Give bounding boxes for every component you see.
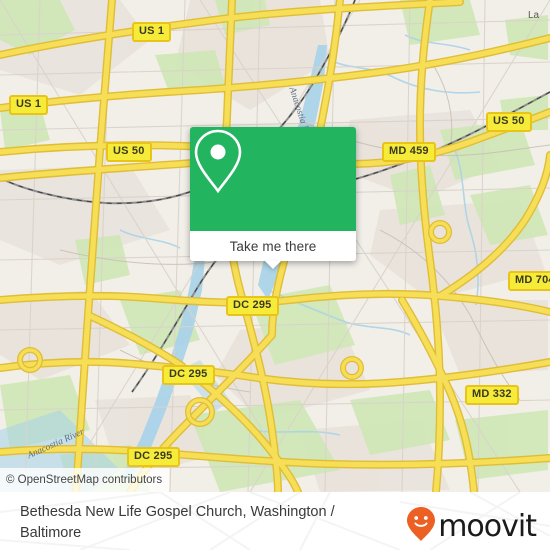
moovit-logo[interactable]: moovit bbox=[406, 506, 537, 547]
moovit-map-screenshot: US 1 US 1 US 50 US 50 MD 459 MD 704 DC 295 DC 2… bbox=[0, 0, 550, 550]
moovit-pin-smiley-icon bbox=[406, 506, 436, 547]
place-title: Bethesda New Life Gospel Church, Washing… bbox=[20, 504, 335, 541]
road-shield: DC 295 bbox=[127, 447, 180, 467]
road-shield: US 1 bbox=[132, 22, 172, 42]
moovit-wordmark: moovit bbox=[438, 508, 537, 544]
popup-card-pointer bbox=[265, 261, 281, 269]
take-me-there-button[interactable]: Take me there bbox=[190, 231, 356, 261]
map-place-label: La bbox=[528, 10, 540, 21]
road-shield: US 1 bbox=[9, 95, 49, 115]
road-shield: US 50 bbox=[486, 112, 532, 132]
location-popup-card[interactable]: Take me there bbox=[190, 127, 356, 269]
road-shield: US 50 bbox=[106, 142, 152, 162]
road-shield: MD 704 bbox=[508, 271, 550, 291]
footer-bar: Bethesda New Life Gospel Church, Washing… bbox=[0, 492, 550, 550]
map-canvas[interactable]: US 1 US 1 US 50 US 50 MD 459 MD 704 DC 295 DC 2… bbox=[0, 0, 550, 492]
road-shield: MD 332 bbox=[465, 385, 519, 405]
road-shield: DC 295 bbox=[226, 296, 279, 316]
popup-card-header bbox=[190, 127, 356, 231]
road-shield: DC 295 bbox=[162, 365, 215, 385]
road-shield: MD 459 bbox=[382, 142, 436, 162]
map-attribution[interactable]: © OpenStreetMap contributors bbox=[0, 468, 170, 492]
